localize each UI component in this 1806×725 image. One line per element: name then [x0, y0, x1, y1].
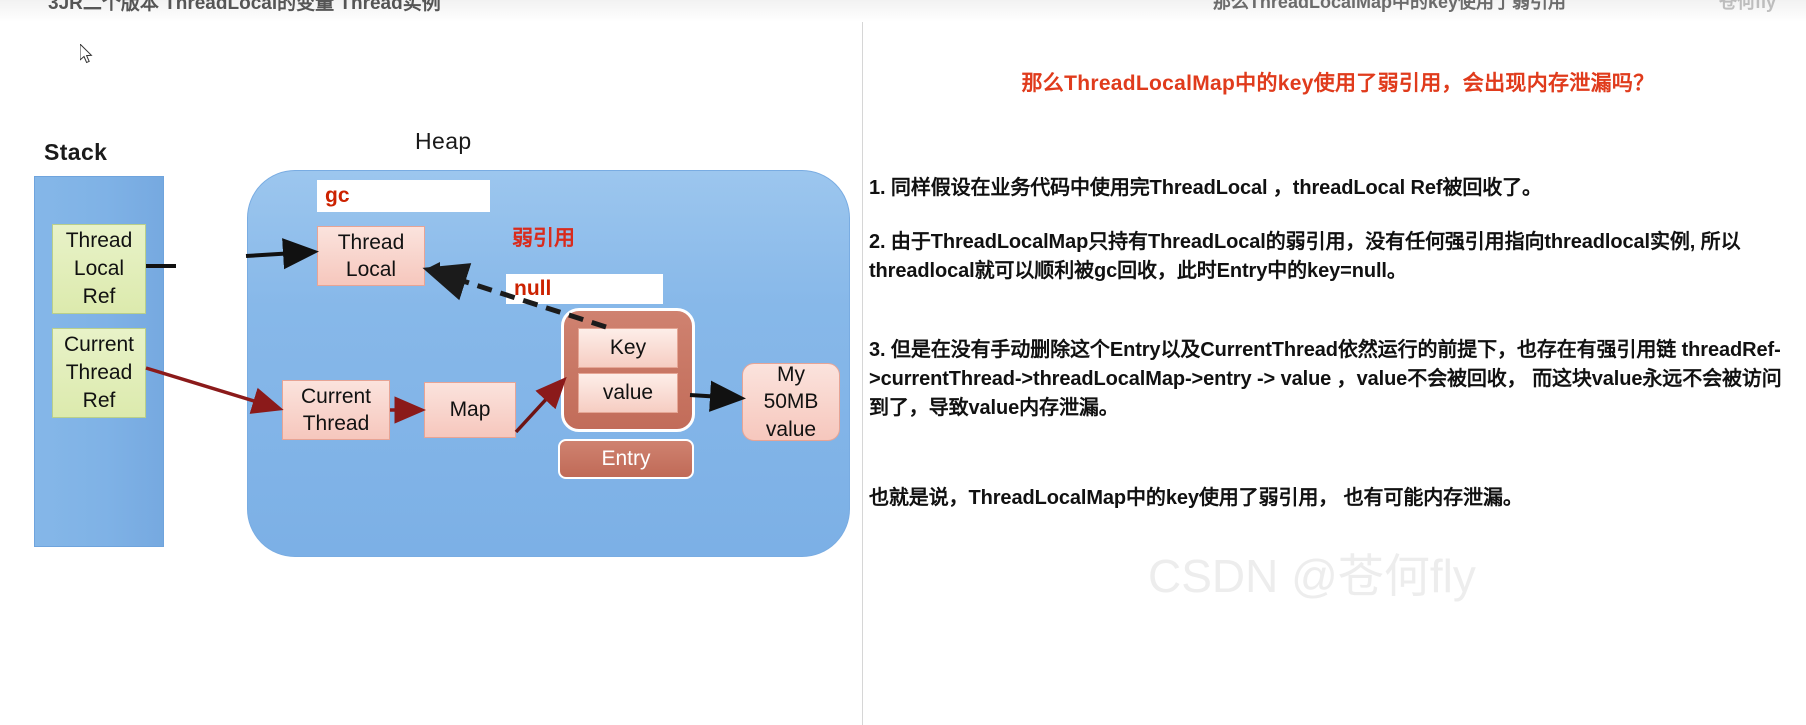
heap-box-map-label: Map [449, 398, 491, 422]
panel-paragraph-4: 也就是说，ThreadLocalMap中的key使用了弱引用， 也有可能内存泄漏… [869, 487, 1523, 509]
entry-slot-key: Key [578, 328, 678, 368]
panel-paragraph-1: 1. 同样假设在业务代码中使用完ThreadLocal ，threadLocal… [869, 177, 1542, 199]
panel-paragraph-3: 3. 但是在没有手动删除这个Entry以及CurrentThread依然运行的前… [869, 339, 1782, 419]
panel-heading: 那么ThreadLocalMap中的key使用了弱引用，会出现内存泄漏吗？ [1021, 72, 1655, 95]
gc-annotation-strip: gc [317, 180, 490, 212]
entry-group-container: Key value [561, 308, 695, 432]
stack-box-threadlocal-ref-line2: Local [73, 257, 125, 281]
heap-box-my-50mb-value-line2: 50MB [763, 390, 819, 414]
null-annotation-strip: null [506, 274, 663, 304]
heap-box-my-50mb-value: My 50MB value [742, 363, 840, 441]
heap-box-my-50mb-value-line3: value [765, 417, 817, 441]
heap-box-currentthread-line1: Current [300, 384, 372, 408]
heap-box-currentthread-line2: Thread [302, 412, 370, 435]
stack-box-currentthread-ref-line3: Ref [82, 388, 116, 412]
stack-box-currentthread-ref-line1: Current [63, 333, 135, 357]
heap-box-map: Map [424, 382, 516, 438]
top-right-title-text: 那么ThreadLocalMap中的key使用了弱引用 [1212, 0, 1566, 12]
stack-box-currentthread-ref-line2: Thread [65, 361, 133, 385]
csdn-watermark: CSDN @苍何fly [1148, 550, 1476, 602]
entry-label-box: Entry [558, 439, 694, 479]
stack-label: Stack [44, 139, 108, 165]
weak-reference-annotation: 弱引用 [512, 227, 575, 250]
stack-box-threadlocal-ref: Thread Local Ref [52, 224, 146, 314]
top-right-logo-text: 苍何fly [1718, 0, 1776, 12]
heap-box-threadlocal-line1: Thread [337, 230, 405, 254]
heap-box-threadlocal: Thread Local [317, 226, 425, 286]
panel-paragraph-2: 2. 由于ThreadLocalMap只持有ThreadLocal的弱引用，没有… [869, 231, 1741, 282]
stack-box-threadlocal-ref-line3: Ref [82, 284, 116, 308]
stack-box-currentthread-ref: Current Thread Ref [52, 328, 146, 418]
stack-box-threadlocal-ref-line1: Thread [65, 229, 133, 253]
heap-box-my-50mb-value-line1: My [777, 363, 805, 387]
heap-box-threadlocal-line2: Local [345, 258, 397, 281]
entry-slot-value: value [578, 373, 678, 413]
heap-box-currentthread: Current Thread [282, 380, 390, 440]
heap-label: Heap [415, 128, 472, 154]
explanation-panel: 那么ThreadLocalMap中的key使用了弱引用，会出现内存泄漏吗？ 1.… [862, 22, 1806, 725]
threadlocal-memory-diagram: Stack Heap Thread Local Ref Current Thre… [0, 0, 860, 725]
